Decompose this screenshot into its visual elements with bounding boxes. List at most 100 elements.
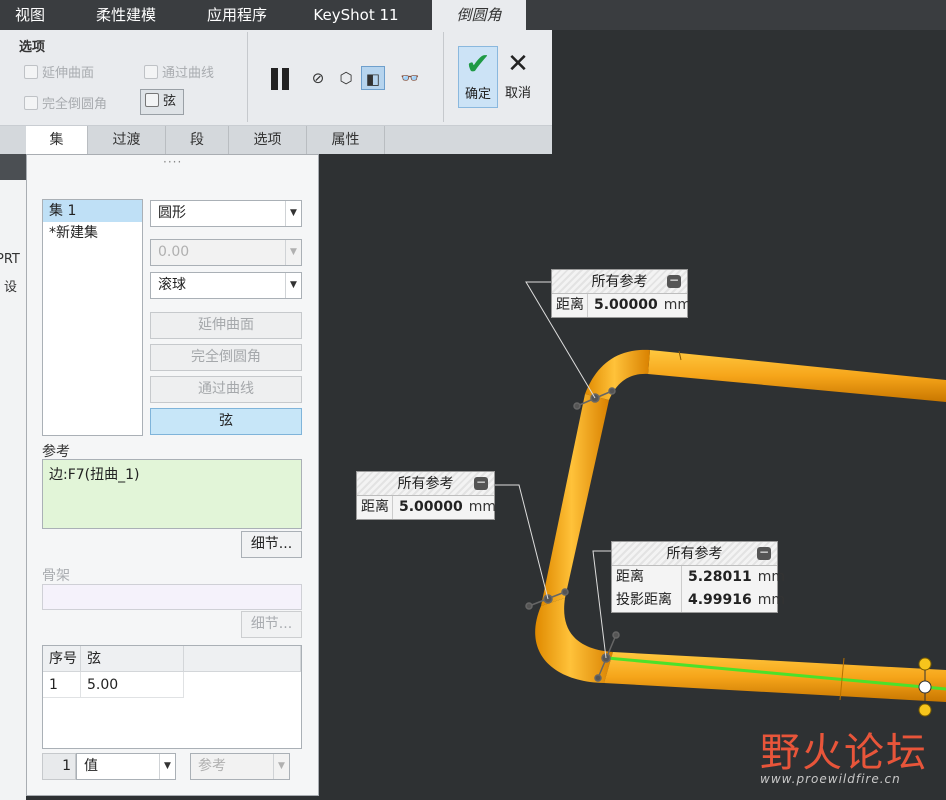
ribbon: 选项 延伸曲面 通过曲线 完全倒圆角 弦 ⊘ ⬡ ◧ 👓 ✔ 确定 ✕ 取消 [0,30,552,126]
no-preview-icon[interactable]: ⊘ [306,66,330,90]
extend-surface-option[interactable]: 延伸曲面 [24,62,94,81]
new-set-item[interactable]: *新建集 [43,222,142,244]
tab-options[interactable]: 选项 [229,126,307,154]
geometry-preview-icon[interactable]: ◧ [361,66,385,90]
drag-handles[interactable] [918,657,932,717]
full-round-option[interactable]: 完全倒圆角 [24,93,107,112]
dimension-callout[interactable]: 所有参考 − 距离 5.28011 mm 投影距离 4.99916 mm [611,541,785,613]
full-round-button[interactable]: 完全倒圆角 [150,344,302,371]
set-item[interactable]: 集 1 [43,200,142,222]
reference-type: 参考 [198,758,226,774]
chevron-down-icon: ▼ [159,754,175,779]
through-curve-button[interactable]: 通过曲线 [150,376,302,403]
through-curve-option[interactable]: 通过曲线 [144,62,214,81]
callout-title: 所有参考 [666,546,723,562]
table-header-chord: 弦 [81,646,184,672]
sets-panel: ···· 集 1 *新建集 圆形 ▼ 0.00 ▼ 滚球 ▼ 延伸曲面 完全倒圆… [26,154,319,796]
callout-value[interactable]: 5.00000 [587,294,658,317]
graphics-viewport[interactable]: 所有参考 − 距离 5.00000 mm 所有参考 − 距离 5.00000 mm 所有… [319,154,946,800]
watermark-url: www.proewildfire.cn [760,772,901,786]
ribbon-separator [247,32,248,122]
callout-label: 距离 [361,499,389,515]
tab-transitions[interactable]: 过渡 [88,126,166,154]
watermark: 野火论坛 www.proewildfire.cn [760,720,928,786]
pause-icon[interactable] [271,68,293,90]
references-details-button[interactable]: 细节... [241,531,302,558]
minimize-icon[interactable]: − [757,546,771,560]
chord-button[interactable]: 弦 [150,408,302,435]
callout-label: 距离 [556,297,584,313]
conic-value-input[interactable]: 0.00 ▼ [150,239,302,266]
cross-section-value: 圆形 [158,205,186,221]
watermark-logo: 野火论坛 [760,730,928,776]
model-tree-item[interactable]: 设 [4,276,17,295]
cross-section-dropdown[interactable]: 圆形 ▼ [150,200,302,227]
tab-keyshot[interactable]: KeyShot 11 [300,0,412,30]
table-row-value[interactable]: 5.00 [81,672,184,698]
skeleton-collector[interactable] [42,584,302,610]
row-index-box: 1 [42,753,76,780]
tube-top[interactable] [648,350,946,402]
callout-header[interactable]: 所有参考 − [552,270,687,294]
chord-toggle-button[interactable]: 弦 [140,89,184,115]
table-header-index: 序号 [43,646,81,672]
callout-value[interactable]: 5.28011 [681,566,752,589]
chord-icon [145,93,159,107]
callout-title: 所有参考 [591,274,648,290]
dimension-callout[interactable]: 所有参考 − 距离 5.00000 mm [356,471,496,520]
value-type: 值 [84,758,98,774]
model-tree-prt[interactable]: PRT [0,252,20,267]
cancel-button[interactable]: ✕ 取消 [501,46,535,108]
callout-row: 距离 5.28011 mm [612,566,785,589]
tab-flexible-modeling[interactable]: 柔性建模 [80,0,172,30]
tab-round[interactable]: 倒圆角 [432,0,526,30]
cancel-label: 取消 [504,86,531,101]
tab-applications[interactable]: 应用程序 [192,0,282,30]
table-header-empty [184,646,301,672]
callout-header[interactable]: 所有参考 − [612,542,777,566]
callout-value[interactable]: 5.00000 [392,496,463,519]
extend-surface-button[interactable]: 延伸曲面 [150,312,302,339]
callout-header[interactable]: 所有参考 − [357,472,494,496]
top-tab-bar: 视图 柔性建模 应用程序 KeyShot 11 倒圆角 [0,0,946,30]
method-dropdown[interactable]: 滚球 ▼ [150,272,302,299]
table-row-index[interactable]: 1 [43,672,81,698]
tab-properties[interactable]: 属性 [307,126,385,154]
full-round-label: 完全倒圆角 [42,97,108,112]
ribbon-separator [443,32,444,122]
tab-view[interactable]: 视图 [0,0,60,30]
model-tree-header [0,154,26,180]
callout-unit: mm [757,569,786,585]
model-tree-strip: PRT 设 [0,154,26,800]
callout-row: 距离 5.00000 mm [552,294,691,317]
reference-value[interactable]: 边:F7(扭曲_1) [49,467,140,483]
chevron-down-icon: ▼ [273,754,289,779]
tab-sets[interactable]: 集 [26,126,88,154]
mesh-preview-icon[interactable]: ⬡ [334,66,358,90]
panel-grip[interactable]: ···· [163,155,182,169]
extend-surface-label: 延伸曲面 [42,66,95,81]
references-label: 参考 [42,444,70,460]
callout-value[interactable]: 4.99916 [681,589,752,612]
dimension-callout[interactable]: 所有参考 − 距离 5.00000 mm [551,269,691,318]
tube-bend-top[interactable] [585,349,650,400]
set-list[interactable]: 集 1 *新建集 [42,199,143,436]
extend-surface-icon [24,65,38,79]
chevron-down-icon: ▼ [285,240,301,265]
tube-bottom[interactable] [604,652,946,702]
skeleton-details-button[interactable]: 细节... [241,611,302,638]
minimize-icon[interactable]: − [474,476,488,490]
confirm-button[interactable]: ✔ 确定 [458,46,498,108]
confirm-label: 确定 [464,87,491,102]
minimize-icon[interactable]: − [667,274,681,288]
chord-label: 弦 [163,94,177,109]
tube-left[interactable] [541,394,609,606]
reference-dropdown[interactable]: 参考 ▼ [190,753,290,780]
value-type-dropdown[interactable]: 值 ▼ [76,753,176,780]
references-collector[interactable]: 边:F7(扭曲_1) [42,459,302,529]
glasses-preview-icon[interactable]: 👓 [395,66,425,90]
check-icon: ✔ [465,47,491,82]
tab-segments[interactable]: 段 [166,126,229,154]
callout-unit: mm [663,297,692,313]
options-group-title: 选项 [19,40,46,55]
